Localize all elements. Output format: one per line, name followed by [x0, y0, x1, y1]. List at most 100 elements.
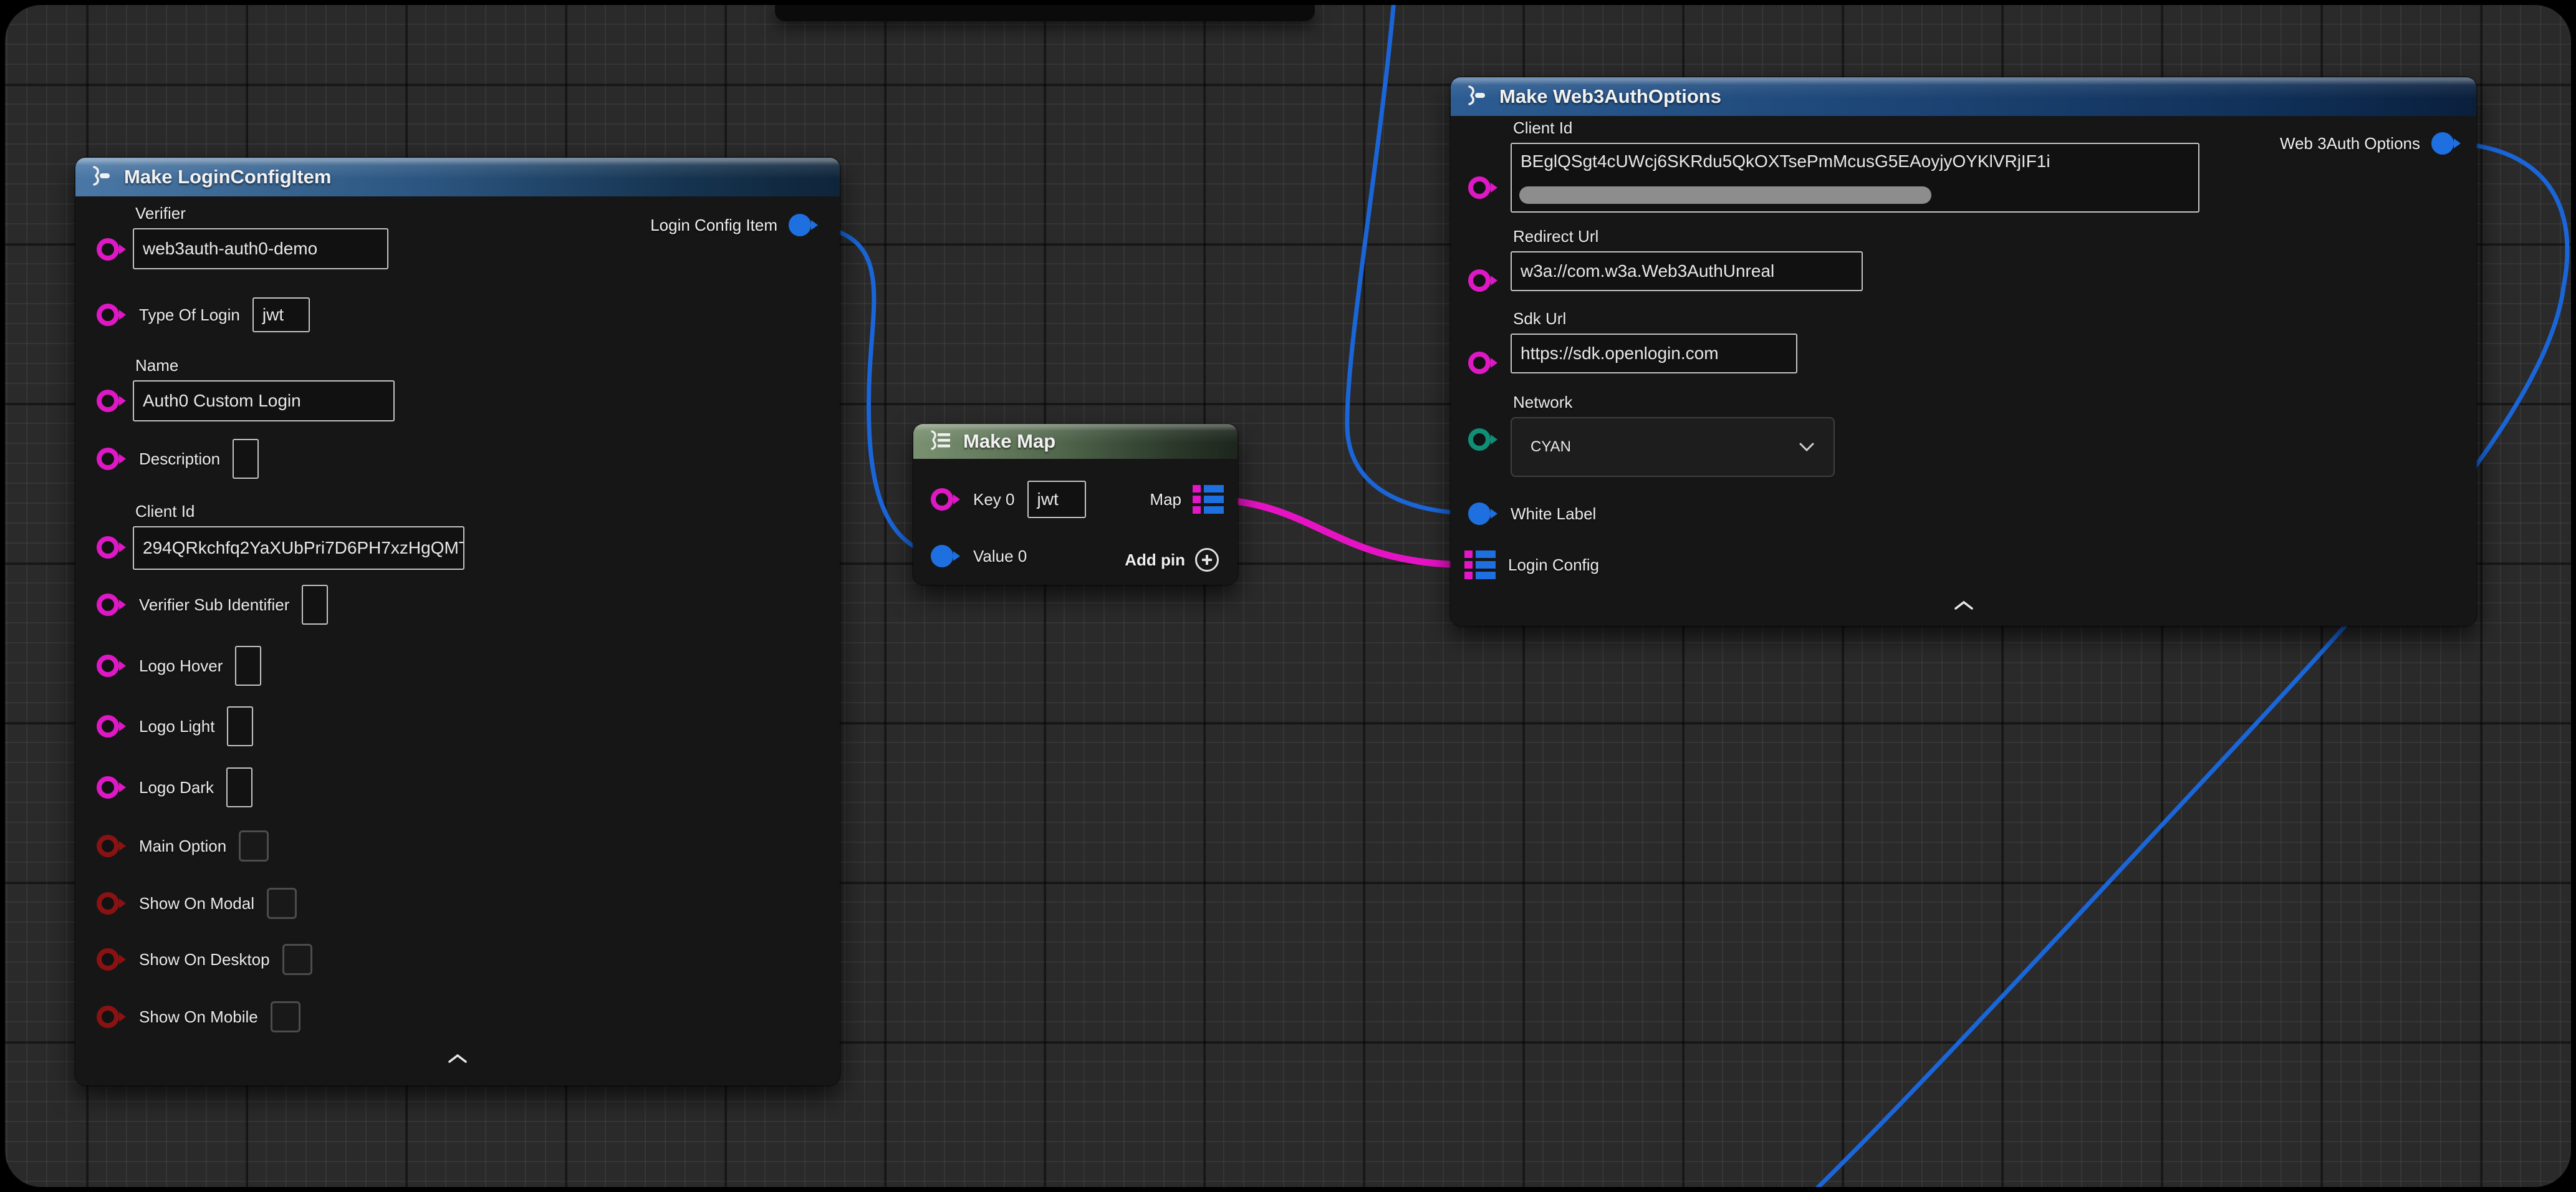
logo-hover-input[interactable]	[235, 646, 261, 686]
output-label: Login Config Item	[650, 216, 777, 235]
node-title: Make Web3AuthOptions	[1499, 85, 1721, 108]
value0-pin[interactable]	[931, 543, 961, 569]
map-output-label: Map	[1150, 490, 1181, 509]
collapse-node-button[interactable]	[439, 1049, 476, 1068]
node-header[interactable]: Make LoginConfigItem	[75, 158, 840, 196]
sdk-url-pin[interactable]	[1468, 350, 1498, 376]
show-on-desktop-label: Show On Desktop	[139, 950, 270, 969]
verifier-label: Verifier	[135, 204, 388, 223]
show-on-desktop-pin[interactable]	[97, 946, 127, 973]
client-id-input[interactable]: 294QRkchfq2YaXUbPri7D6PH7xzHgQMT	[133, 526, 464, 570]
sdk-url-input[interactable]: https://sdk.openlogin.com	[1511, 334, 1797, 373]
make-struct-icon	[89, 163, 114, 191]
verifier-field-group: Verifier web3auth-auth0-demo	[133, 204, 388, 269]
offscreen-node-bottom[interactable]	[775, 5, 1315, 21]
white-label-label: White Label	[1511, 504, 1596, 524]
redirect-url-pin[interactable]	[1468, 267, 1498, 294]
type-of-login-row: Type Of Login jwt	[97, 297, 310, 332]
client-id-pin[interactable]	[1468, 175, 1498, 201]
redirect-url-input[interactable]: w3a://com.w3a.Web3AuthUnreal	[1511, 251, 1863, 291]
login-config-map-pin-icon[interactable]	[1464, 550, 1496, 579]
map-pin-icon[interactable]	[1193, 485, 1224, 514]
description-input[interactable]	[233, 439, 259, 479]
name-pin[interactable]	[97, 388, 127, 414]
output-label: Web 3Auth Options	[2280, 134, 2420, 153]
description-row: Description	[97, 438, 259, 479]
node-title: Make Map	[963, 430, 1055, 453]
collapse-node-button[interactable]	[1945, 596, 1982, 615]
verifier-input[interactable]: web3auth-auth0-demo	[133, 228, 388, 269]
key0-label: Key 0	[973, 490, 1015, 509]
name-field-group: Name Auth0 Custom Login	[133, 356, 395, 421]
show-on-desktop-checkbox[interactable]	[282, 944, 312, 975]
verifier-sub-identifier-pin[interactable]	[97, 592, 127, 618]
blueprint-graph-canvas[interactable]: Make LoginConfigItem Login Config Item V…	[5, 5, 2571, 1187]
chevron-up-icon	[1953, 600, 1974, 611]
logo-light-row: Logo Light	[97, 706, 253, 747]
sdk-url-field-group: Sdk Url https://sdk.openlogin.com	[1511, 309, 1797, 373]
network-dropdown[interactable]: CYAN	[1511, 417, 1835, 477]
chevron-up-icon	[447, 1053, 468, 1064]
white-label-row: White Label	[1468, 500, 1596, 527]
verifier-sub-identifier-input[interactable]	[302, 585, 328, 625]
redirect-url-field-group: Redirect Url w3a://com.w3a.Web3AuthUnrea…	[1511, 227, 1863, 291]
show-on-modal-pin[interactable]	[97, 890, 127, 916]
key0-pin[interactable]	[931, 486, 961, 512]
node-make-loginconfigitem[interactable]: Make LoginConfigItem Login Config Item V…	[75, 158, 840, 1085]
description-pin[interactable]	[97, 446, 127, 472]
logo-dark-input[interactable]	[226, 767, 252, 807]
logo-dark-label: Logo Dark	[139, 778, 214, 797]
node-header[interactable]: Make Web3AuthOptions	[1451, 77, 2476, 116]
verifier-pin[interactable]	[97, 236, 127, 262]
circled-plus-icon	[1195, 548, 1219, 572]
node-header[interactable]: Make Map	[913, 424, 1238, 459]
show-on-mobile-pin[interactable]	[97, 1004, 127, 1030]
show-on-mobile-checkbox[interactable]	[271, 1001, 300, 1032]
value0-label: Value 0	[973, 547, 1027, 566]
client-id-pin[interactable]	[97, 534, 127, 560]
login-config-label: Login Config	[1508, 555, 1599, 575]
logo-light-input[interactable]	[227, 706, 253, 746]
client-id-field-group: Client Id 294QRkchfq2YaXUbPri7D6PH7xzHgQ…	[133, 502, 464, 570]
make-map-icon	[927, 428, 953, 456]
network-selected-value: CYAN	[1531, 438, 1571, 456]
sdk-url-label: Sdk Url	[1513, 309, 1797, 329]
main-option-checkbox[interactable]	[239, 830, 269, 862]
show-on-modal-label: Show On Modal	[139, 894, 254, 913]
logo-light-pin[interactable]	[97, 713, 127, 739]
description-label: Description	[139, 449, 220, 469]
output-login-config-item[interactable]: Login Config Item	[650, 213, 819, 238]
white-label-pin[interactable]	[1468, 501, 1498, 527]
web3auth-options-output-pin[interactable]	[2431, 130, 2461, 156]
client-id-label: Client Id	[135, 502, 464, 521]
type-of-login-input[interactable]: jwt	[252, 297, 310, 332]
map-output[interactable]: Map	[1150, 485, 1224, 514]
add-pin-button[interactable]: Add pin	[1125, 546, 1219, 574]
node-title: Make LoginConfigItem	[124, 166, 331, 188]
client-id-input[interactable]: BEglQSgt4cUWcj6SKRdu5QkOXTsePmMcusG5EAoy…	[1511, 143, 2199, 213]
node-make-web3authoptions[interactable]: Make Web3AuthOptions Web 3Auth Options C…	[1451, 77, 2476, 626]
logo-dark-pin[interactable]	[97, 774, 127, 800]
horizontal-scrollbar[interactable]	[1519, 186, 1931, 204]
login-config-row: Login Config	[1464, 550, 1599, 580]
verifier-sub-identifier-row: Verifier Sub Identifier	[97, 584, 328, 625]
node-make-map[interactable]: Make Map Key 0 jwt Map Value 0 Add pin	[913, 424, 1238, 585]
logo-hover-pin[interactable]	[97, 653, 127, 679]
key0-input[interactable]: jwt	[1027, 481, 1086, 518]
name-label: Name	[135, 356, 395, 375]
logo-hover-row: Logo Hover	[97, 645, 261, 686]
network-label: Network	[1513, 393, 1835, 412]
output-web3auth-options[interactable]: Web 3Auth Options	[2280, 131, 2461, 156]
show-on-modal-row: Show On Modal	[97, 887, 297, 920]
login-config-item-output-pin[interactable]	[789, 212, 819, 238]
name-input[interactable]: Auth0 Custom Login	[133, 380, 395, 421]
client-id-field-group: Client Id BEglQSgt4cUWcj6SKRdu5QkOXTsePm…	[1511, 118, 2199, 213]
main-option-pin[interactable]	[97, 833, 127, 859]
type-of-login-pin[interactable]	[97, 302, 127, 328]
network-pin[interactable]	[1468, 426, 1498, 453]
verifier-sub-identifier-label: Verifier Sub Identifier	[139, 595, 289, 615]
logo-light-label: Logo Light	[139, 717, 214, 736]
show-on-desktop-row: Show On Desktop	[97, 943, 312, 976]
redirect-url-label: Redirect Url	[1513, 227, 1863, 246]
show-on-modal-checkbox[interactable]	[267, 888, 297, 919]
